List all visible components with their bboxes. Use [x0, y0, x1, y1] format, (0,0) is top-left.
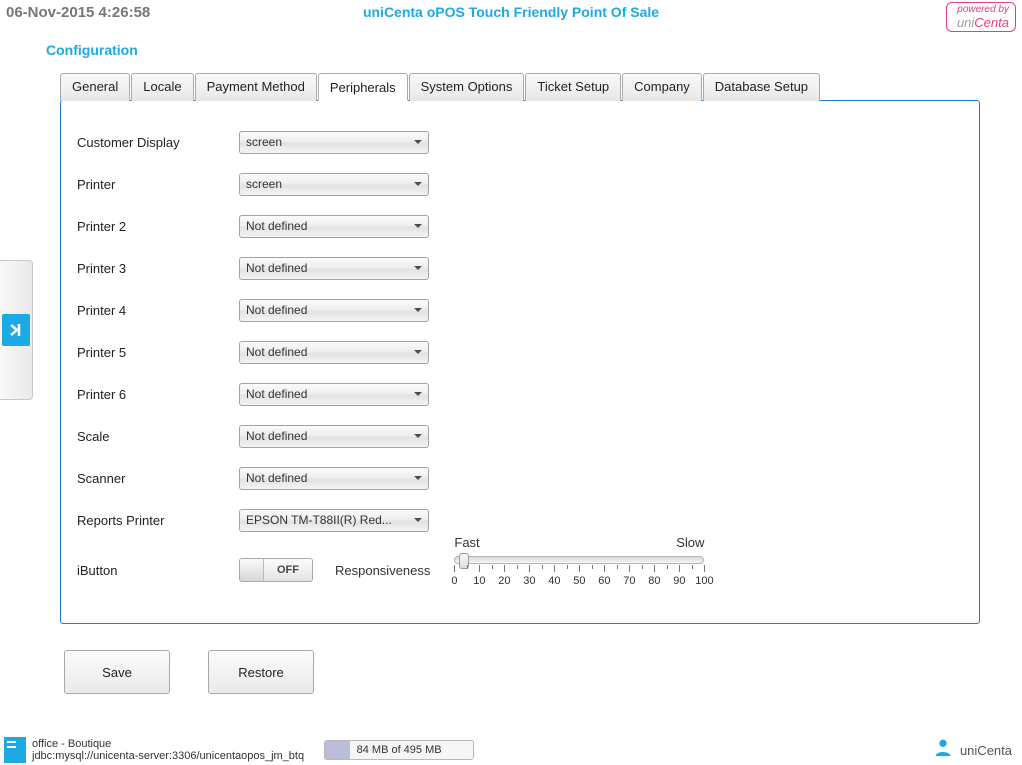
- scanner-label: Scanner: [77, 471, 239, 486]
- printer4-label: Printer 4: [77, 303, 239, 318]
- customer-display-label: Customer Display: [77, 135, 239, 150]
- peripherals-panel: Customer Display screen Printer screen P…: [60, 100, 980, 624]
- footer-connection: jdbc:mysql://unicenta-server:3306/unicen…: [32, 750, 304, 762]
- printer3-label: Printer 3: [77, 261, 239, 276]
- chevron-down-icon: [414, 434, 422, 438]
- tab-general[interactable]: General: [60, 73, 130, 101]
- status-bar: office - Boutique jdbc:mysql://unicenta-…: [0, 735, 1022, 765]
- scale-label: Scale: [77, 429, 239, 444]
- printer3-dropdown[interactable]: Not defined: [239, 257, 429, 280]
- tab-ticket-setup[interactable]: Ticket Setup: [525, 73, 621, 101]
- datetime: 06-Nov-2015 4:26:58: [6, 4, 150, 21]
- slider-numbers: 0102030405060708090100: [454, 575, 704, 589]
- printer2-label: Printer 2: [77, 219, 239, 234]
- reports-printer-dropdown[interactable]: EPSON TM-T88II(R) Red...: [239, 509, 429, 532]
- slider-slow-label: Slow: [676, 535, 704, 550]
- chevron-down-icon: [414, 350, 422, 354]
- printer6-label: Printer 6: [77, 387, 239, 402]
- slider-ticks: [454, 565, 704, 575]
- chevron-down-icon: [414, 308, 422, 312]
- chevron-down-icon: [414, 518, 422, 522]
- printer6-dropdown[interactable]: Not defined: [239, 383, 429, 406]
- powered-by-badge: powered by uniCenta: [946, 2, 1016, 32]
- side-panel-toggle[interactable]: [0, 260, 33, 400]
- footer-user: uniCenta: [960, 743, 1012, 758]
- chevron-down-icon: [414, 392, 422, 396]
- save-button[interactable]: Save: [64, 650, 170, 694]
- tab-payment-method[interactable]: Payment Method: [195, 73, 317, 101]
- responsiveness-label: Responsiveness: [335, 563, 430, 578]
- toggle-state: OFF: [264, 564, 312, 576]
- ibutton-toggle[interactable]: OFF: [239, 558, 313, 582]
- toggle-knob: [240, 559, 264, 581]
- footer-location: office - Boutique: [32, 738, 304, 750]
- ibutton-label: iButton: [77, 563, 239, 578]
- printer-label: Printer: [77, 177, 239, 192]
- config-tabs: GeneralLocalePayment MethodPeripheralsSy…: [60, 72, 980, 100]
- chevron-down-icon: [414, 182, 422, 186]
- tab-peripherals[interactable]: Peripherals: [318, 73, 408, 101]
- printer5-dropdown[interactable]: Not defined: [239, 341, 429, 364]
- chevron-down-icon: [414, 224, 422, 228]
- scanner-dropdown[interactable]: Not defined: [239, 467, 429, 490]
- printer2-dropdown[interactable]: Not defined: [239, 215, 429, 238]
- printer5-label: Printer 5: [77, 345, 239, 360]
- chevron-down-icon: [414, 266, 422, 270]
- tab-database-setup[interactable]: Database Setup: [703, 73, 820, 101]
- slider-fast-label: Fast: [454, 535, 479, 550]
- server-icon: [4, 737, 26, 763]
- memory-label: 84 MB of 495 MB: [357, 744, 442, 756]
- expand-icon: [2, 314, 30, 346]
- section-title: Configuration: [0, 24, 1022, 72]
- printer4-dropdown[interactable]: Not defined: [239, 299, 429, 322]
- tab-company[interactable]: Company: [622, 73, 702, 101]
- chevron-down-icon: [414, 140, 422, 144]
- tab-locale[interactable]: Locale: [131, 73, 193, 101]
- chevron-down-icon: [414, 476, 422, 480]
- reports-printer-label: Reports Printer: [77, 513, 239, 528]
- memory-bar: 84 MB of 495 MB: [324, 740, 474, 760]
- printer-dropdown[interactable]: screen: [239, 173, 429, 196]
- tab-system-options[interactable]: System Options: [409, 73, 525, 101]
- user-icon: [932, 736, 954, 764]
- scale-dropdown[interactable]: Not defined: [239, 425, 429, 448]
- customer-display-dropdown[interactable]: screen: [239, 131, 429, 154]
- responsiveness-slider[interactable]: [454, 556, 704, 564]
- app-title: uniCenta oPOS Touch Friendly Point Of Sa…: [363, 4, 659, 20]
- restore-button[interactable]: Restore: [208, 650, 314, 694]
